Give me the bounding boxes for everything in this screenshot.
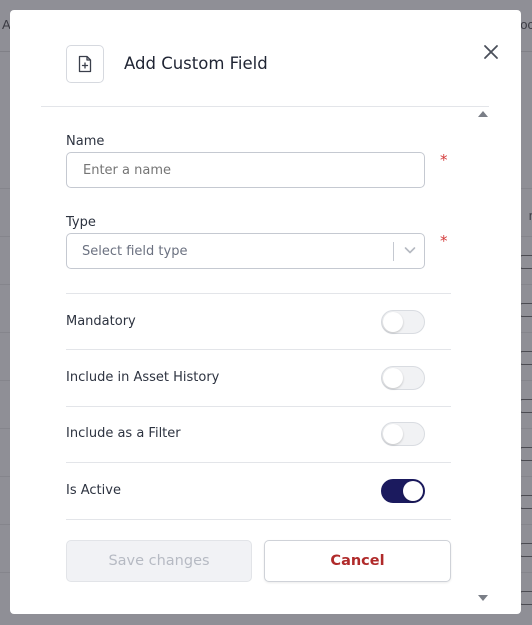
- scroll-down-arrow-icon[interactable]: [478, 595, 488, 601]
- name-required-marker: *: [440, 151, 448, 169]
- row-divider: [66, 519, 451, 520]
- type-required-marker: *: [440, 232, 448, 250]
- field-type-select-placeholder: Select field type: [82, 243, 188, 259]
- scroll-up-arrow-icon[interactable]: [478, 111, 488, 117]
- background-checkbox: [520, 447, 532, 461]
- toggle-knob: [403, 481, 423, 501]
- background-checkbox: [520, 255, 532, 269]
- type-label: Type: [66, 215, 96, 230]
- toggle-knob: [383, 312, 403, 332]
- row-divider: [66, 293, 451, 294]
- is-active-toggle[interactable]: [381, 479, 425, 503]
- include-as-filter-toggle[interactable]: [381, 422, 425, 446]
- save-changes-button[interactable]: Save changes: [66, 540, 252, 582]
- close-button[interactable]: [480, 41, 502, 63]
- row-divider: [66, 406, 451, 407]
- add-custom-field-dialog: Add Custom Field Name * Type Select fiel…: [10, 10, 521, 614]
- field-type-select[interactable]: Select field type: [66, 233, 425, 269]
- dialog-header: Add Custom Field: [10, 10, 521, 107]
- name-label: Name: [66, 134, 105, 149]
- toggle-knob: [383, 368, 403, 388]
- scrollbar[interactable]: [475, 108, 490, 608]
- include-in-asset-history-toggle[interactable]: [381, 366, 425, 390]
- is-active-label: Is Active: [66, 483, 121, 498]
- row-divider: [66, 349, 451, 350]
- name-input[interactable]: [66, 152, 425, 188]
- background-checkbox: [520, 495, 532, 509]
- close-icon: [484, 45, 498, 59]
- include-in-asset-history-label: Include in Asset History: [66, 370, 220, 385]
- dialog-title: Add Custom Field: [124, 54, 268, 73]
- background-checkbox: [520, 303, 532, 317]
- include-as-filter-label: Include as a Filter: [66, 426, 181, 441]
- toggle-knob: [383, 424, 403, 444]
- chevron-down-icon: [403, 243, 417, 261]
- background-checkbox: [520, 351, 532, 365]
- mandatory-label: Mandatory: [66, 314, 136, 329]
- background-header-fragment-right: oc: [520, 17, 532, 32]
- background-checkbox: [520, 543, 532, 557]
- select-separator: [393, 242, 394, 261]
- file-plus-icon: [66, 45, 104, 83]
- row-divider: [66, 462, 451, 463]
- background-checkbox: [520, 591, 532, 605]
- header-divider: [41, 106, 489, 107]
- mandatory-toggle[interactable]: [381, 310, 425, 334]
- cancel-button[interactable]: Cancel: [264, 540, 451, 582]
- background-checkbox: [520, 399, 532, 413]
